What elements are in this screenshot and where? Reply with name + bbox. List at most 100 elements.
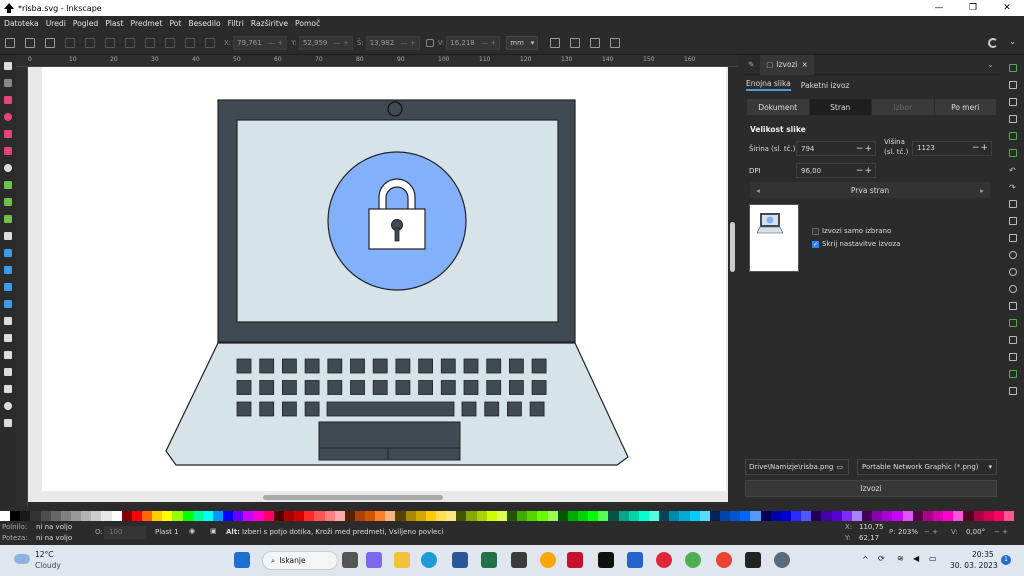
palette-swatch[interactable] (121, 511, 132, 521)
horizontal-scrollbar[interactable] (28, 492, 728, 502)
spray-tool-icon[interactable] (4, 333, 12, 342)
prev-page-icon[interactable]: ◂ (750, 186, 766, 195)
print-icon[interactable] (1009, 114, 1017, 123)
palette-swatch[interactable] (649, 511, 660, 521)
palette-swatch[interactable] (263, 511, 274, 521)
palette-swatch[interactable] (375, 511, 386, 521)
palette-swatch[interactable] (415, 511, 426, 521)
teams-icon[interactable] (366, 552, 382, 568)
palette-swatch[interactable] (425, 511, 437, 521)
rotation-stepper-icon[interactable]: − + (994, 528, 1008, 536)
palette-swatch[interactable] (334, 511, 345, 521)
tab-batch-export[interactable]: Paketni izvoz (801, 81, 850, 90)
scroll-thumb[interactable] (730, 222, 735, 272)
palette-swatch[interactable] (405, 511, 416, 521)
app-icon[interactable] (716, 552, 732, 568)
keyhole-slot[interactable] (394, 227, 400, 242)
palette-swatch[interactable] (669, 511, 680, 521)
pen-tool-icon[interactable] (4, 180, 12, 189)
palette-swatch[interactable] (932, 511, 944, 521)
zoom-page-icon[interactable] (1009, 284, 1017, 293)
paint-bucket-tool-icon[interactable] (4, 299, 12, 308)
lower-bottom-icon[interactable] (205, 37, 215, 48)
dropper-tool-icon[interactable] (4, 282, 12, 291)
palette-swatch[interactable] (993, 511, 1004, 521)
palette-swatch[interactable] (30, 511, 41, 521)
w-input[interactable]: 13,982 — + (365, 35, 420, 50)
ellipse-tool-icon[interactable] (4, 112, 12, 121)
wifi-icon[interactable]: ≋ (897, 554, 904, 563)
export-button[interactable]: Izvozi (745, 480, 997, 497)
fill-value[interactable]: ni na voljo (36, 523, 72, 531)
width-input[interactable]: 794 −+ (796, 141, 876, 156)
eraser-tool-icon[interactable] (4, 350, 12, 359)
export-icon[interactable] (1009, 148, 1017, 157)
palette-swatch[interactable] (40, 511, 51, 521)
search-box[interactable]: ⌕ Iskanje (262, 551, 338, 570)
vertical-scrollbar[interactable] (728, 67, 738, 507)
deselect-icon[interactable] (45, 37, 55, 48)
snap-icon[interactable] (988, 38, 998, 48)
lock-icon[interactable]: ▣ (210, 527, 217, 535)
close-button[interactable]: ✕ (990, 0, 1024, 16)
import-icon[interactable] (1009, 131, 1017, 140)
opera-icon[interactable] (656, 552, 672, 568)
clock-time[interactable]: 20:35 (972, 550, 994, 559)
rotate-ccw-icon[interactable] (65, 37, 75, 48)
palette-swatch[interactable] (1014, 511, 1024, 521)
palette-swatch[interactable] (20, 511, 31, 521)
layer-selector[interactable]: Plast 1 (155, 528, 179, 536)
selector-tool-icon[interactable] (4, 61, 12, 70)
save-icon[interactable] (1009, 97, 1017, 106)
webcam[interactable] (387, 101, 403, 117)
flip-h-icon[interactable] (105, 37, 115, 48)
store-icon[interactable] (511, 552, 527, 568)
inkscape-taskbar-icon[interactable] (745, 552, 761, 568)
stroke-value[interactable]: ni na voljo (36, 534, 72, 542)
weather-text[interactable]: Cloudy (35, 561, 61, 570)
minimize-button[interactable]: — (922, 0, 956, 16)
palette-swatch[interactable] (719, 511, 731, 521)
height-input[interactable]: 1123 −+ (912, 140, 992, 156)
duplicate-icon[interactable] (1009, 318, 1017, 327)
area-document-button[interactable]: Dokument (747, 99, 810, 115)
palette-swatch[interactable] (101, 511, 112, 521)
h-input[interactable]: 16,218 — + (446, 35, 501, 50)
zoom-stepper-icon[interactable]: − + (924, 528, 938, 536)
palette-swatch[interactable] (882, 511, 893, 521)
clock-date[interactable]: 30. 03. 2023 (950, 561, 998, 570)
palette-swatch[interactable] (243, 511, 254, 521)
checkmark-icon[interactable]: ✓ (812, 240, 819, 248)
checkbox-box[interactable] (812, 227, 819, 235)
opacity-input[interactable]: 100 (104, 526, 146, 539)
palette-swatch[interactable] (294, 511, 305, 521)
menu-filtri[interactable]: Filtri (228, 19, 244, 28)
zoom-value[interactable]: 203% (898, 528, 918, 536)
text-tool-icon[interactable] (4, 231, 12, 240)
palette-swatch[interactable] (730, 511, 741, 521)
palette-swatch[interactable] (679, 511, 690, 521)
tweak-tool-icon[interactable] (4, 316, 12, 325)
palette-swatch[interactable] (0, 511, 11, 521)
palette-swatch[interactable] (618, 511, 629, 521)
unlink-clone-icon[interactable] (1009, 352, 1017, 361)
color-palette[interactable] (0, 511, 1024, 521)
select-all-layers-icon[interactable] (25, 37, 35, 48)
palette-swatch[interactable] (10, 511, 21, 521)
menu-razsiritve[interactable]: Razširitve (251, 19, 288, 28)
palette-swatch[interactable] (598, 511, 609, 521)
palette-swatch[interactable] (324, 511, 335, 521)
palette-swatch[interactable] (507, 511, 518, 521)
raise-icon[interactable] (165, 37, 175, 48)
sync-icon[interactable]: ⟳ (878, 554, 885, 563)
palette-swatch[interactable] (861, 511, 873, 521)
folder-icon[interactable]: ▭ (836, 463, 843, 471)
palette-swatch[interactable] (770, 511, 781, 521)
palette-swatch[interactable] (922, 511, 933, 521)
palette-swatch[interactable] (344, 511, 355, 521)
menu-besedilo[interactable]: Besedilo (188, 19, 220, 28)
scale-stroke-icon[interactable] (550, 37, 561, 48)
palette-swatch[interactable] (760, 511, 771, 521)
x-stepper-icon[interactable]: — + (268, 39, 283, 47)
todo-icon[interactable] (627, 552, 643, 568)
